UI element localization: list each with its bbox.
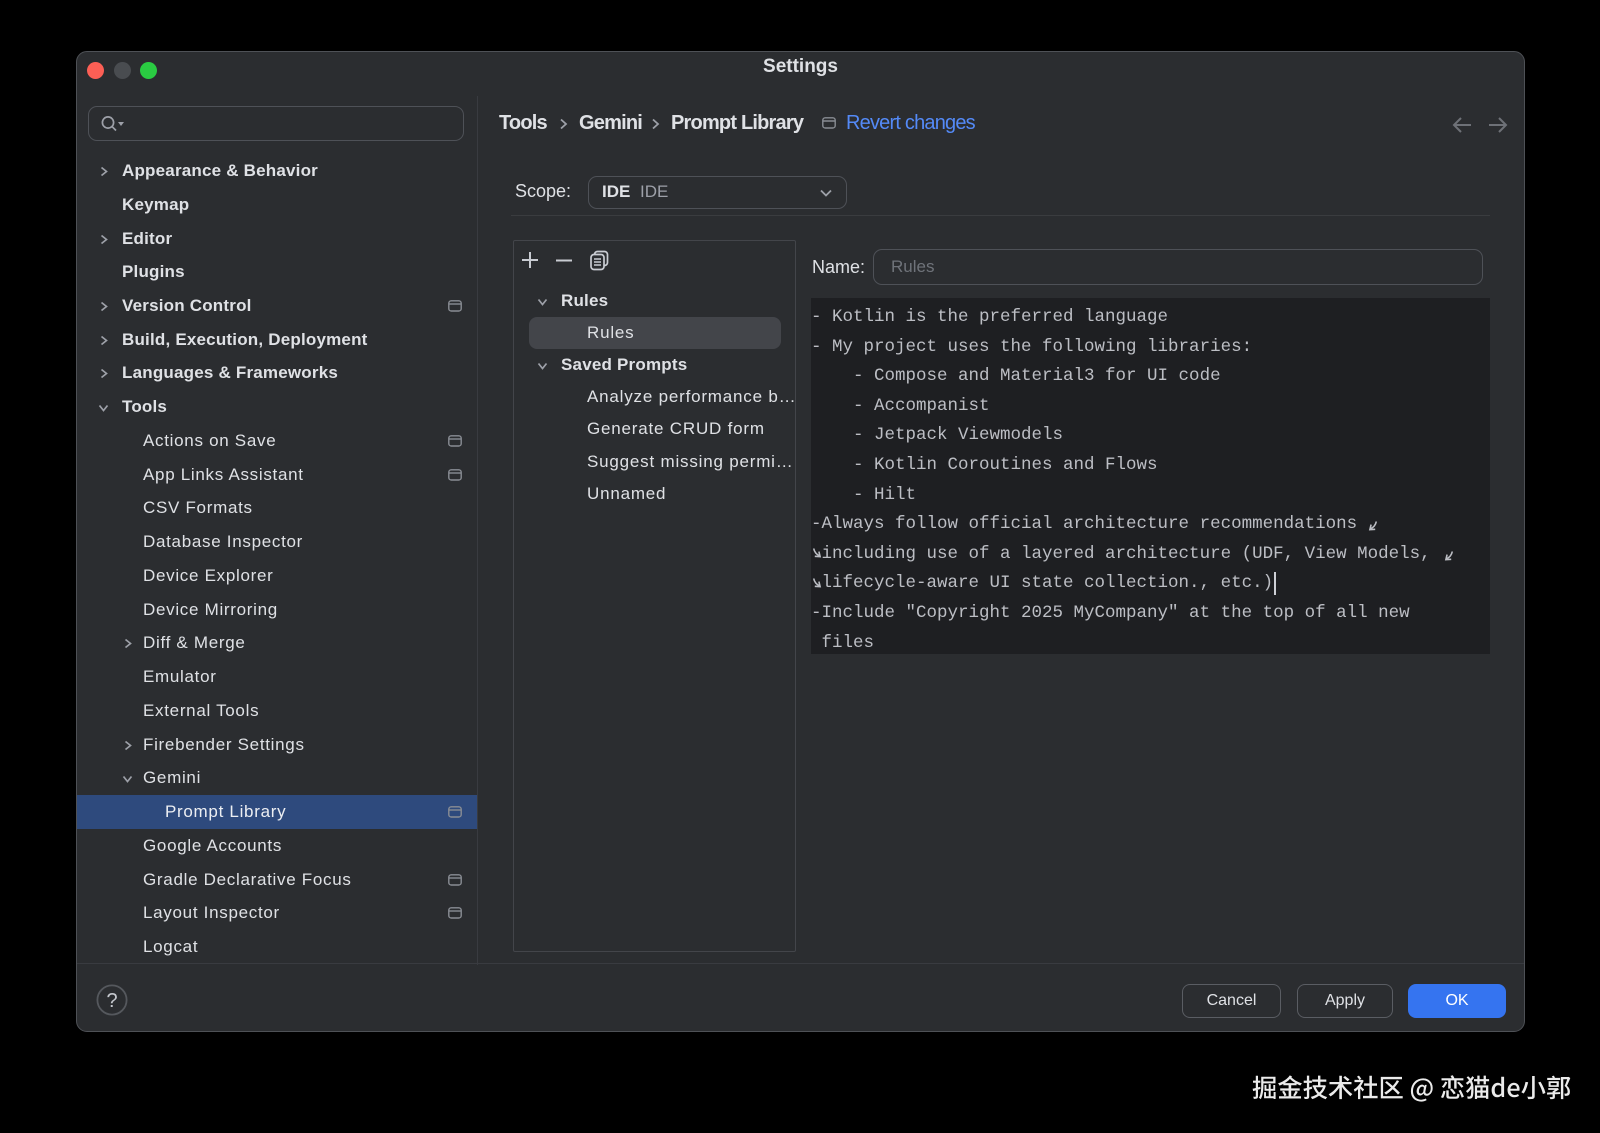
svg-text:?: ? [106,990,117,1012]
